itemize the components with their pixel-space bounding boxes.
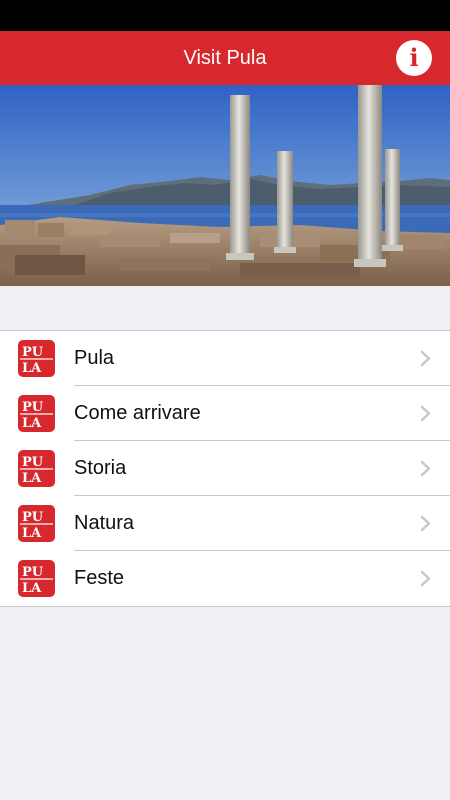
page-title: Visit Pula bbox=[183, 47, 267, 69]
menu-item-come-arrivare[interactable]: PU LA Come arrivare bbox=[0, 386, 450, 441]
ruins-columns-photo bbox=[0, 85, 450, 286]
menu-item-label: Storia bbox=[74, 457, 127, 479]
chevron-right-icon bbox=[420, 515, 431, 532]
pula-logo-icon: PU LA bbox=[18, 505, 55, 542]
svg-text:LA: LA bbox=[22, 471, 42, 486]
svg-text:PU: PU bbox=[22, 345, 44, 360]
pula-logo-icon: PU LA bbox=[18, 340, 55, 377]
info-icon: i bbox=[409, 43, 419, 72]
menu-list: PU LA Pula PU LA Come arrivare PU LA Sto bbox=[0, 330, 450, 607]
pula-logo-icon: PU LA bbox=[18, 560, 55, 597]
svg-text:PU: PU bbox=[22, 455, 44, 470]
status-bar bbox=[0, 0, 450, 31]
pula-logo-icon: PU LA bbox=[18, 450, 55, 487]
menu-item-label: Natura bbox=[74, 512, 135, 534]
svg-text:LA: LA bbox=[22, 581, 42, 596]
chevron-right-icon bbox=[420, 405, 431, 422]
hero-image bbox=[0, 85, 450, 286]
navigation-bar: Visit Pula i bbox=[0, 31, 450, 85]
chevron-right-icon bbox=[420, 460, 431, 477]
svg-text:LA: LA bbox=[22, 361, 42, 376]
menu-item-feste[interactable]: PU LA Feste bbox=[0, 551, 450, 606]
menu-item-natura[interactable]: PU LA Natura bbox=[0, 496, 450, 551]
pula-logo-icon: PU LA bbox=[18, 395, 55, 432]
svg-text:LA: LA bbox=[22, 416, 42, 431]
menu-item-label: Feste bbox=[74, 567, 125, 589]
svg-text:PU: PU bbox=[22, 565, 44, 580]
svg-text:PU: PU bbox=[22, 510, 44, 525]
info-button[interactable]: i bbox=[396, 40, 432, 76]
chevron-right-icon bbox=[420, 570, 431, 587]
chevron-right-icon bbox=[420, 350, 431, 367]
menu-item-storia[interactable]: PU LA Storia bbox=[0, 441, 450, 496]
menu-item-label: Come arrivare bbox=[74, 402, 201, 424]
svg-text:PU: PU bbox=[22, 400, 44, 415]
menu-item-pula[interactable]: PU LA Pula bbox=[0, 331, 450, 386]
svg-text:LA: LA bbox=[22, 526, 42, 541]
menu-item-label: Pula bbox=[74, 347, 115, 369]
